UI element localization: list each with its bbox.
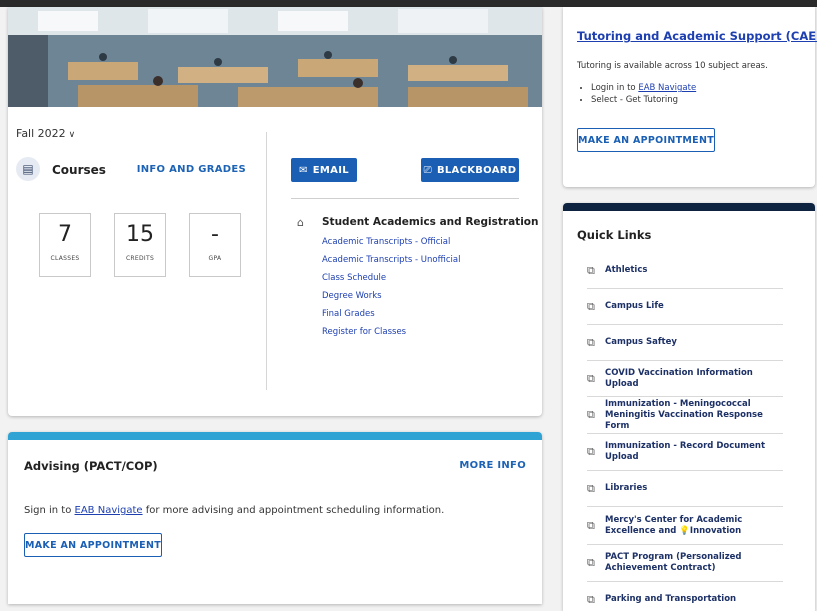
academics-link-list: Academic Transcripts - Official Academic… bbox=[322, 237, 460, 345]
quick-links-card: Quick Links ⧉ Athletics ⧉ Campus Life ⧉ Cam… bbox=[563, 203, 815, 611]
quick-link-immunization-meningococcal[interactable]: ⧉ Immunization - Meningococcal Meningitis… bbox=[587, 397, 783, 434]
quick-link-label: Mercy's Center for Academic Excellence a… bbox=[605, 514, 743, 536]
advising-title: Advising (PACT/COP) bbox=[24, 459, 158, 473]
quick-link-pact-program[interactable]: ⧉ PACT Program (Personalized Achievement … bbox=[587, 545, 783, 582]
tutoring-step-1-text: Login in to bbox=[591, 83, 639, 93]
envelope-icon: ✉ bbox=[299, 164, 308, 176]
book-icon: ▤ bbox=[16, 157, 40, 181]
link-transcripts-official[interactable]: Academic Transcripts - Official bbox=[322, 237, 460, 255]
classes-label: CLASSES bbox=[50, 255, 80, 262]
courses-title: Courses bbox=[52, 163, 106, 177]
link-class-schedule[interactable]: Class Schedule bbox=[322, 273, 460, 291]
external-link-icon: ⧉ bbox=[587, 371, 595, 385]
quick-link-label: Libraries bbox=[605, 483, 648, 493]
quick-link-label: Campus Saftey bbox=[605, 337, 677, 347]
external-link-icon: ⧉ bbox=[587, 299, 595, 313]
credits-stat: 15 CREDITS bbox=[114, 213, 166, 277]
quick-link-campus-saftey[interactable]: ⧉ Campus Saftey bbox=[587, 325, 783, 361]
blackboard-button[interactable]: ⎚ BLACKBOARD bbox=[421, 158, 519, 182]
quick-links-accent-strip bbox=[563, 203, 815, 211]
quick-link-label: PACT Program (Personalized Achievement C… bbox=[605, 552, 742, 573]
quick-links-list: ⧉ Athletics ⧉ Campus Life ⧉ Campus Saftey ⧉… bbox=[587, 253, 783, 611]
external-link-icon: ⧉ bbox=[587, 445, 595, 458]
gpa-stat: - GPA bbox=[189, 213, 241, 277]
academics-title: Student Academics and Registration bbox=[322, 216, 539, 228]
external-link-icon: ⧉ bbox=[587, 481, 595, 495]
gpa-value: - bbox=[211, 222, 219, 247]
tutoring-step-1: Login in to EAB Navigate bbox=[591, 83, 696, 95]
horizontal-divider bbox=[291, 198, 519, 199]
tutoring-step-2: Select - Get Tutoring bbox=[591, 95, 696, 107]
advising-card: Advising (PACT/COP) MORE INFO Sign in to… bbox=[8, 432, 542, 604]
blackboard-button-label: BLACKBOARD bbox=[436, 164, 517, 176]
courses-header: ▤ Courses INFO AND GRADES bbox=[16, 157, 246, 183]
chevron-down-icon: ∨ bbox=[68, 130, 76, 140]
quick-link-covid-vaccination[interactable]: ⧉ COVID Vaccination Information Upload bbox=[587, 361, 783, 397]
quick-link-campus-life[interactable]: ⧉ Campus Life bbox=[587, 289, 783, 325]
link-degree-works[interactable]: Degree Works bbox=[322, 291, 460, 309]
quick-link-label: Campus Life bbox=[605, 301, 664, 311]
classes-count: 7 bbox=[58, 222, 72, 247]
external-link-icon: ⧉ bbox=[587, 335, 595, 349]
term-label: Fall 2022 bbox=[16, 127, 66, 140]
quick-link-parking[interactable]: ⧉ Parking and Transportation bbox=[587, 582, 783, 611]
library-hero-image bbox=[8, 7, 542, 107]
more-info-link[interactable]: MORE INFO bbox=[459, 460, 526, 471]
advising-text: Sign in to EAB Navigate for more advisin… bbox=[24, 505, 444, 516]
advising-appointment-button[interactable]: MAKE AN APPOINTMENT bbox=[24, 533, 162, 557]
quick-link-mercys-center[interactable]: ⧉ Mercy's Center for Academic Excellence … bbox=[587, 507, 783, 545]
external-link-icon: ⧉ bbox=[587, 592, 595, 606]
tutoring-steps: Login in to EAB Navigate Select - Get Tu… bbox=[577, 83, 696, 107]
top-bar bbox=[0, 0, 817, 7]
quick-link-label: Immunization - Meningococcal Meningitis … bbox=[605, 398, 763, 431]
vertical-divider bbox=[266, 132, 267, 390]
link-final-grades[interactable]: Final Grades bbox=[322, 309, 460, 327]
advising-accent-strip bbox=[8, 432, 542, 440]
info-and-grades-link[interactable]: INFO AND GRADES bbox=[137, 164, 246, 175]
gpa-label: GPA bbox=[208, 255, 222, 262]
credits-count: 15 bbox=[126, 222, 154, 247]
tutoring-appointment-button[interactable]: MAKE AN APPOINTMENT bbox=[577, 128, 715, 152]
email-button-label: EMAIL bbox=[312, 164, 349, 176]
tutoring-eab-navigate-link[interactable]: EAB Navigate bbox=[638, 83, 696, 93]
quick-link-libraries[interactable]: ⧉ Libraries bbox=[587, 471, 783, 507]
external-link-icon: ⧉ bbox=[587, 556, 595, 569]
institution-icon: ⌂ bbox=[297, 216, 304, 229]
email-button[interactable]: ✉ EMAIL bbox=[291, 158, 357, 182]
quick-link-label: COVID Vaccination Information Upload bbox=[605, 367, 753, 389]
external-link-icon: ⧉ bbox=[587, 518, 595, 532]
quick-links-title: Quick Links bbox=[577, 228, 652, 242]
eab-navigate-link[interactable]: EAB Navigate bbox=[75, 505, 143, 516]
tutoring-card: Tutoring and Academic Support (CAEI) Tut… bbox=[563, 7, 817, 187]
term-selector[interactable]: Fall 2022 ∨ bbox=[16, 127, 75, 140]
classes-stat: 7 CLASSES bbox=[39, 213, 91, 277]
quick-link-athletics[interactable]: ⧉ Athletics bbox=[587, 253, 783, 289]
link-transcripts-unofficial[interactable]: Academic Transcripts - Unofficial bbox=[322, 255, 460, 273]
credits-label: CREDITS bbox=[125, 255, 155, 262]
quick-link-immunization-record[interactable]: ⧉ Immunization - Record Document Upload bbox=[587, 434, 783, 471]
advising-text-after: for more advising and appointment schedu… bbox=[142, 505, 445, 516]
tutoring-title-link[interactable]: Tutoring and Academic Support (CAEI) bbox=[577, 29, 817, 43]
quick-link-label: Immunization - Record Document Upload bbox=[605, 441, 766, 462]
courses-card bbox=[8, 7, 542, 416]
link-register-for-classes[interactable]: Register for Classes bbox=[322, 327, 460, 345]
external-link-icon: ⧉ bbox=[587, 408, 595, 421]
external-link-icon: ⧉ bbox=[587, 263, 595, 277]
blackboard-icon: ⎚ bbox=[423, 164, 432, 176]
advising-text-before: Sign in to bbox=[24, 505, 75, 516]
quick-link-label: Athletics bbox=[605, 265, 648, 275]
quick-link-label: Parking and Transportation bbox=[605, 594, 737, 604]
tutoring-description: Tutoring is available across 10 subject … bbox=[577, 61, 768, 71]
